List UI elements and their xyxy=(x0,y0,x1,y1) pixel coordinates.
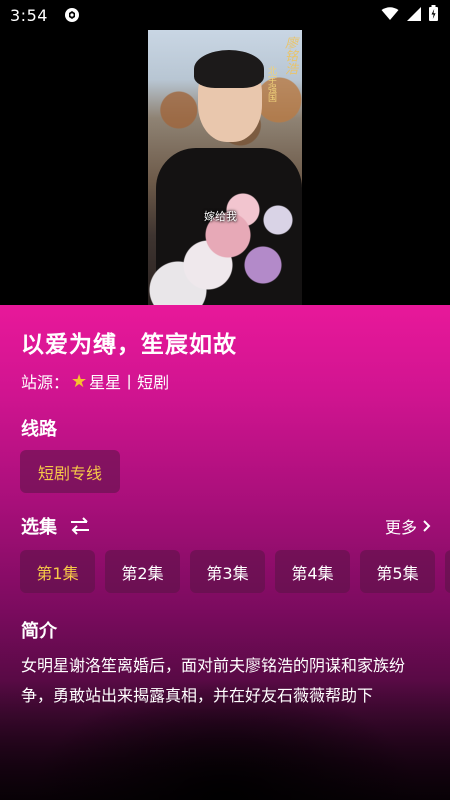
video-watermark-sub: 北宇强国 xyxy=(266,66,276,102)
episode-button[interactable]: 第2集 xyxy=(105,550,180,593)
wifi-icon xyxy=(381,6,399,25)
chevron-right-icon xyxy=(423,517,431,536)
video-flower-bouquet xyxy=(148,180,302,305)
episode-button[interactable]: 第3集 xyxy=(190,550,265,593)
episode-list: 第1集 第2集 第3集 第4集 第5集 xyxy=(20,550,450,593)
status-icons xyxy=(381,5,438,25)
episode-button[interactable]: 第5集 xyxy=(360,550,435,593)
drama-title: 以爱为缚，笙宸如故 xyxy=(21,332,237,358)
line-heading: 线路 xyxy=(21,419,57,440)
drama-info-panel: 以爱为缚，笙宸如故 站源： ★ 星星丨短剧 线路 短剧专线 选集 更多 第1集 … xyxy=(0,305,450,800)
source-name: 星星丨短剧 xyxy=(89,373,170,392)
more-label: 更多 xyxy=(384,518,417,537)
synopsis-heading: 简介 xyxy=(21,621,57,642)
episodes-heading: 选集 xyxy=(21,517,57,538)
synopsis-text: 女明星谢洛笙离婚后，面对前夫廖铭浩的阴谋和家族纷争，勇敢站出来揭露真相，并在好友… xyxy=(21,656,406,705)
episode-button-partial[interactable] xyxy=(445,550,450,593)
status-time: 3:54 xyxy=(10,5,48,25)
video-watermark: 廖铭浩 xyxy=(282,36,297,75)
video-subtitle: 嫁给我 xyxy=(204,210,237,223)
star-icon: ★ xyxy=(71,370,88,392)
video-frame[interactable]: 廖铭浩 北宇强国 嫁给我 xyxy=(148,30,302,305)
source-row: 站源： ★ 星星丨短剧 xyxy=(21,369,169,393)
more-episodes-link[interactable]: 更多 xyxy=(385,514,431,538)
episode-button[interactable]: 第4集 xyxy=(275,550,350,593)
video-player[interactable]: 廖铭浩 北宇强国 嫁给我 xyxy=(0,30,450,305)
episode-button[interactable]: 第1集 xyxy=(20,550,95,593)
app-notification-icon xyxy=(64,7,80,23)
source-label: 站源： xyxy=(21,373,70,392)
battery-icon xyxy=(429,5,438,25)
signal-icon xyxy=(407,6,421,25)
video-person-hair xyxy=(194,50,264,88)
line-option-button[interactable]: 短剧专线 xyxy=(20,450,120,493)
sort-toggle-icon[interactable] xyxy=(69,517,91,535)
episodes-header: 选集 更多 xyxy=(21,513,431,539)
status-bar: 3:54 xyxy=(0,0,450,30)
